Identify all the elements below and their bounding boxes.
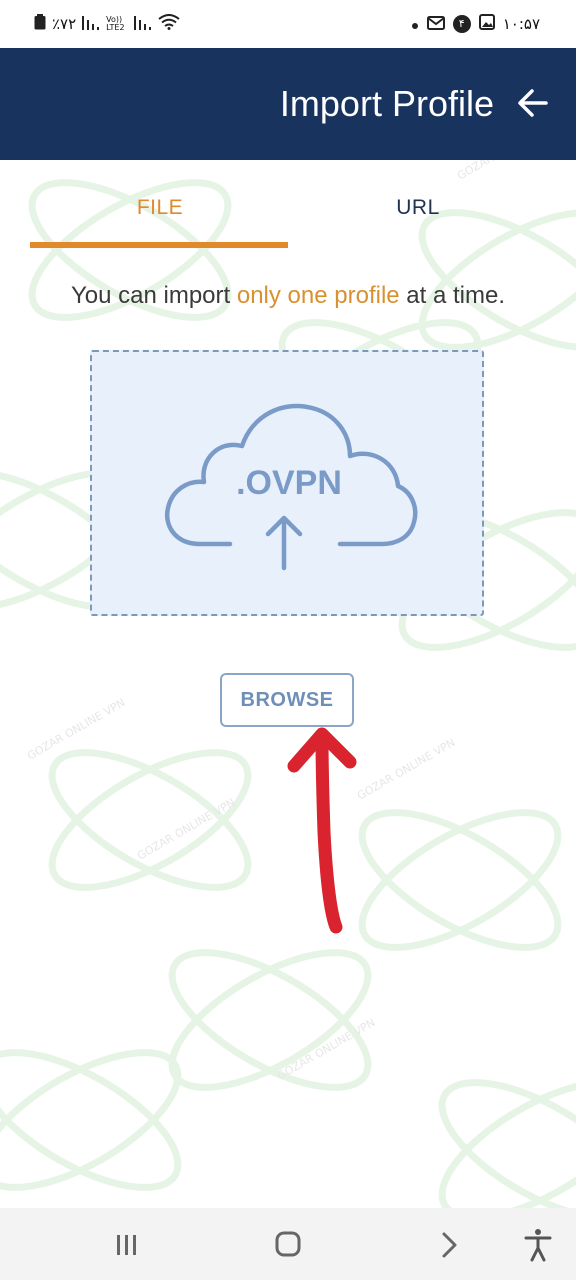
home-icon — [275, 1231, 301, 1257]
battery-icon — [34, 14, 46, 34]
tab-selected-indicator — [30, 242, 288, 248]
network-type-label: Vo)) LTE2 — [106, 15, 125, 32]
accessibility-button[interactable] — [520, 1228, 560, 1262]
annotation-arrow-icon — [287, 727, 357, 934]
wifi-icon — [158, 14, 180, 34]
gallery-icon — [478, 14, 495, 34]
back-icon — [442, 1232, 457, 1258]
notification-dot-icon — [411, 15, 419, 34]
signal-icon — [82, 15, 100, 34]
tab-file[interactable]: FILE — [16, 196, 304, 220]
nav-back-button[interactable] — [430, 1228, 470, 1262]
status-bar: ٪۷۲ Vo)) LTE2 ۴ ۱۰:۵۷ — [0, 0, 576, 48]
arrow-left-icon — [518, 89, 548, 117]
recent-apps-button[interactable] — [106, 1228, 146, 1262]
notification-badge-icon: ۴ — [452, 15, 471, 33]
signal-icon-2 — [134, 15, 152, 34]
file-drop-zone[interactable]: .OVPN — [90, 350, 484, 616]
accessibility-icon — [524, 1229, 552, 1262]
info-text-suffix: at a time. — [399, 282, 506, 309]
back-button[interactable] — [516, 86, 550, 120]
status-bar-left: ٪۷۲ Vo)) LTE2 — [34, 14, 180, 34]
mail-icon — [426, 15, 445, 34]
system-nav-bar — [0, 1208, 576, 1280]
app-bar: Import Profile — [0, 48, 576, 160]
battery-percentage: ٪۷۲ — [52, 15, 77, 33]
info-text-highlight: only one profile — [236, 282, 400, 309]
info-text-prefix: You can import — [70, 282, 237, 309]
status-bar-right: ۴ ۱۰:۵۷ — [411, 14, 540, 34]
tab-bar: FILE URL — [0, 160, 576, 256]
svg-text:GOZAR ONLINE VPN: GOZAR ONLINE VPN — [25, 696, 127, 763]
browse-button[interactable]: BROWSE — [220, 673, 354, 727]
tab-url[interactable]: URL — [274, 196, 562, 220]
home-button[interactable] — [268, 1228, 308, 1262]
recent-apps-icon — [117, 1235, 136, 1255]
svg-text:GOZAR ONLINE VPN: GOZAR ONLINE VPN — [275, 1016, 377, 1083]
import-info-text: You can import only one profile at a tim… — [0, 282, 576, 310]
page-title: Import Profile — [279, 83, 494, 124]
file-type-label: .OVPN — [236, 464, 342, 502]
status-time: ۱۰:۵۷ — [502, 15, 540, 33]
svg-text:GOZAR ONLINE VPN: GOZAR ONLINE VPN — [135, 796, 237, 863]
